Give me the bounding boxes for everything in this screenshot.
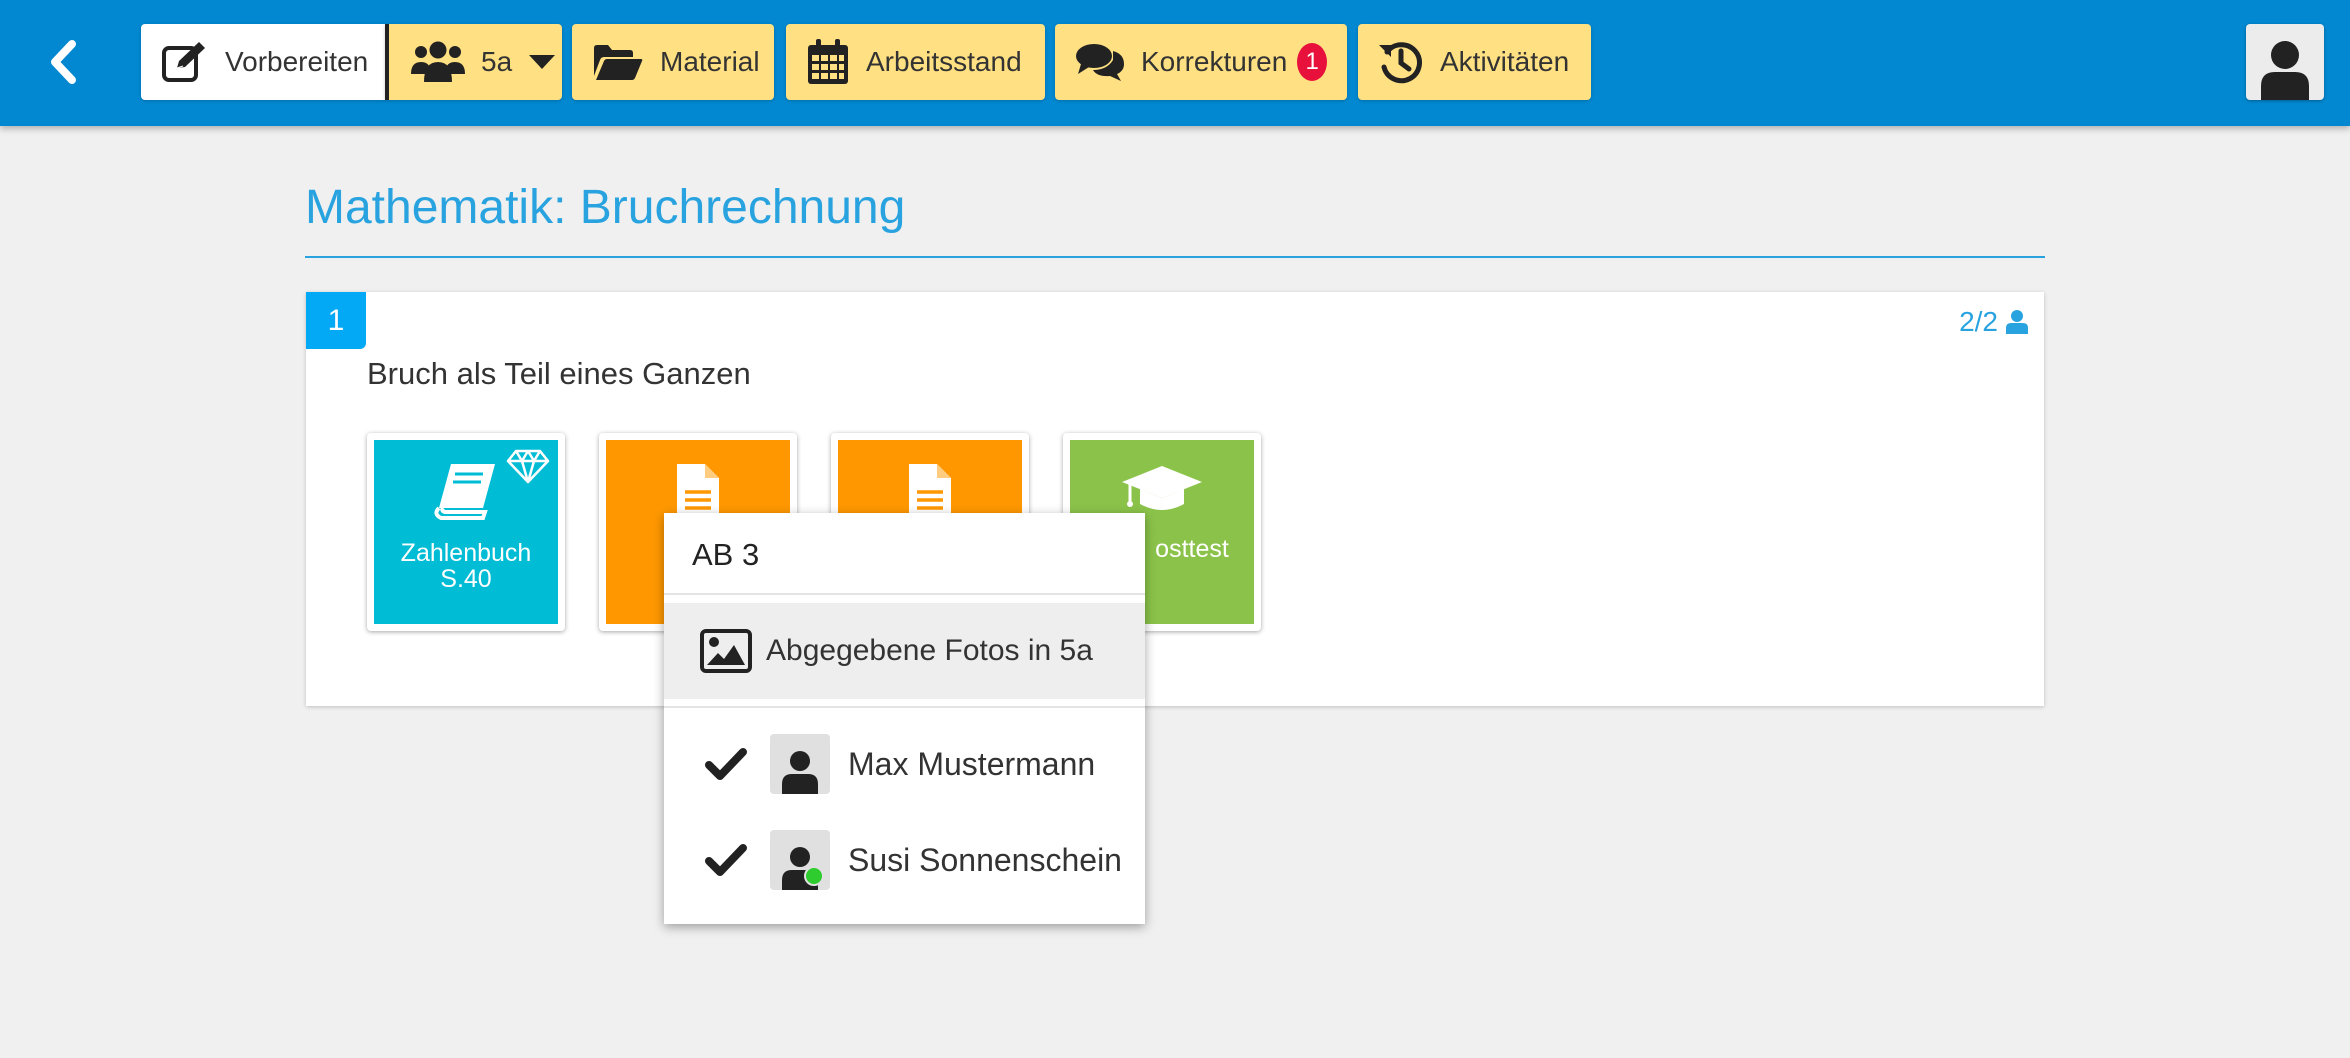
user-menu-button[interactable] [2246,24,2324,100]
graduation-cap-icon [1122,466,1202,510]
unit-card: 1 2/2 Bruch als Teil eines Ganzen Zahlen… [306,292,2044,706]
nav-vorbereiten-label: Vorbereiten [225,46,369,77]
student-name: Susi Sonnenschein [848,841,1122,878]
calendar-icon [808,39,848,84]
korrekturen-count-badge: 1 [1297,43,1327,81]
top-navigation-bar: Vorbereiten 5a Material Arbeitsstand Kor… [0,0,2350,126]
unit-progress-count: 2/2 [1959,306,1998,337]
nav-material-label: Material [660,46,760,77]
avatar [770,830,830,890]
caret-down-icon [529,55,556,69]
class-selector-dropdown[interactable]: 5a [385,24,562,100]
edit-icon [162,42,205,82]
material-popup-ab3: AB 3 Abgegebene Fotos in 5a Max Musterma… [664,513,1145,924]
student-row[interactable]: Susi Sonnenschein [664,825,1145,895]
submitted-photos-label: Abgegebene Fotos in 5a [766,634,1093,667]
popup-divider [664,706,1145,708]
popup-title: AB 3 [692,537,760,572]
avatar [770,734,830,794]
diamond-icon [506,449,550,484]
tile-zahlenbuch-label: Zahlenbuch S.40 [400,539,532,593]
back-button[interactable] [30,24,96,100]
student-name: Max Mustermann [848,745,1096,782]
user-icon [782,751,818,794]
nav-material-button[interactable]: Material [572,24,774,100]
nav-korrekturen-label: Korrekturen [1141,46,1288,77]
title-divider [305,256,2045,258]
nav-aktivitaeten-label: Aktivitäten [1440,46,1570,77]
page-title: Mathematik: Bruchrechnung [305,181,906,234]
nav-arbeitsstand-button[interactable]: Arbeitsstand [786,24,1045,100]
users-icon [411,41,465,82]
chevron-left-icon [51,40,76,84]
nav-vorbereiten-button[interactable]: Vorbereiten [141,24,385,100]
user-icon [2261,41,2309,100]
image-icon [700,629,752,673]
online-status-indicator [804,866,824,886]
student-row[interactable]: Max Mustermann [664,729,1145,799]
book-icon [434,464,495,520]
comments-icon [1076,44,1124,81]
user-icon [2006,310,2028,334]
nav-korrekturen-button[interactable]: Korrekturen 1 [1055,24,1347,100]
checkmark-icon [704,747,748,781]
folder-open-icon [594,45,643,80]
nav-arbeitsstand-label: Arbeitsstand [866,46,1022,77]
history-icon [1379,42,1422,84]
material-tile-zahlenbuch[interactable]: Zahlenbuch S.40 [367,433,565,631]
unit-number-badge: 1 [306,292,366,349]
popup-divider [664,593,1145,595]
class-selector-label: 5a [481,46,513,77]
unit-subtitle: Bruch als Teil eines Ganzen [367,356,751,391]
tile-posttest-label: osttest [1155,535,1229,563]
checkmark-icon [704,843,748,877]
submitted-photos-item[interactable]: Abgegebene Fotos in 5a [664,603,1145,699]
nav-aktivitaeten-button[interactable]: Aktivitäten [1358,24,1591,100]
unit-progress: 2/2 [1959,306,2028,338]
